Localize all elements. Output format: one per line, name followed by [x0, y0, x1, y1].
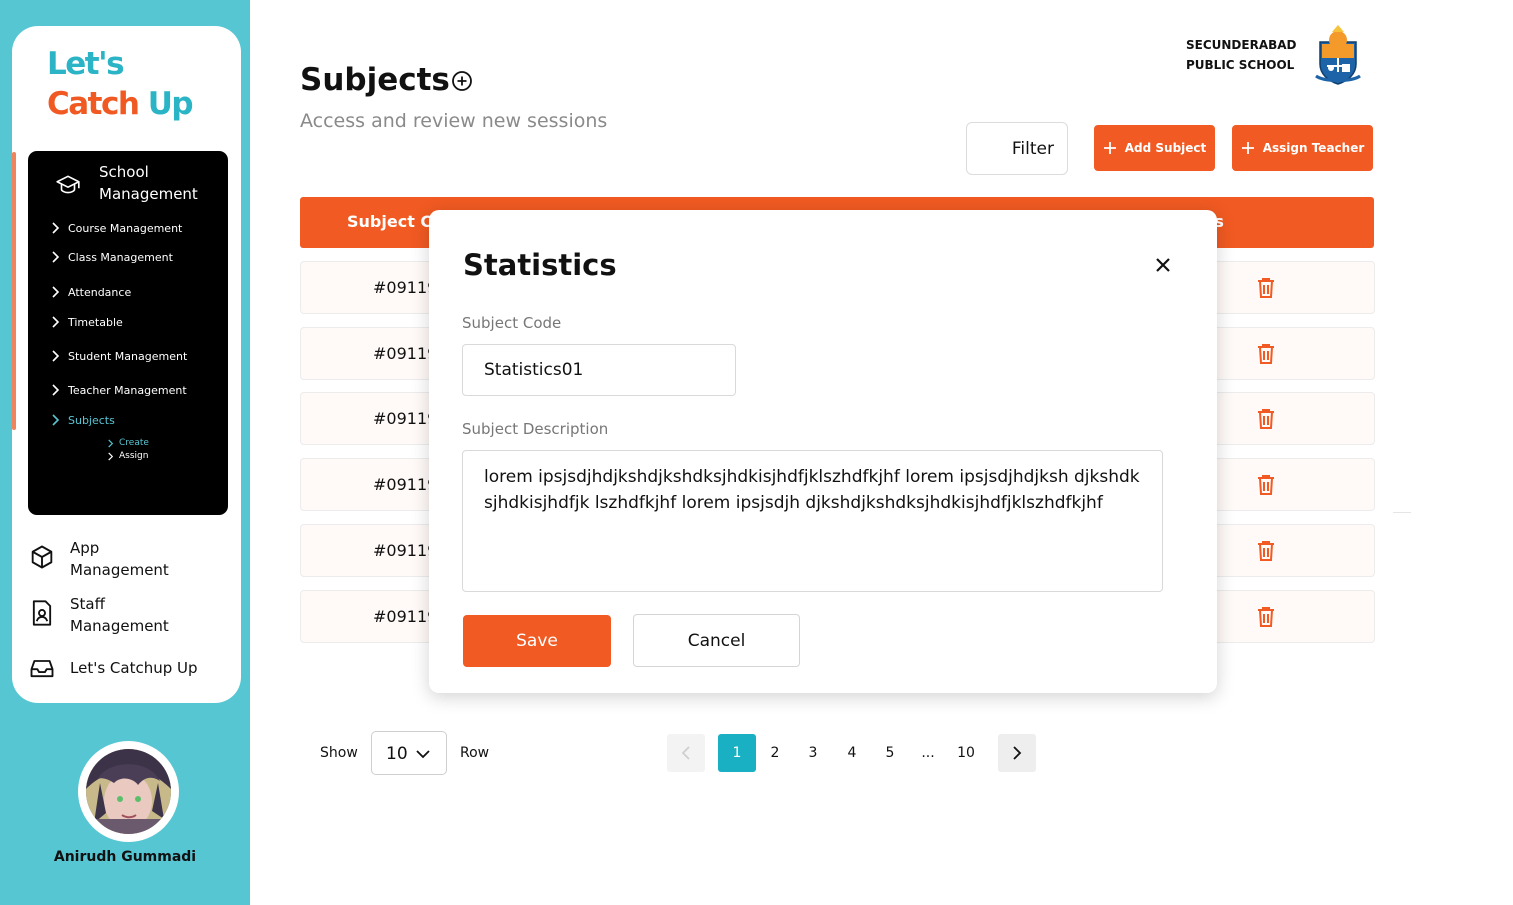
modal-title: Statistics — [463, 248, 617, 282]
assign-teacher-label: Assign Teacher — [1262, 141, 1365, 155]
sidebar-item-class-management[interactable]: Class Management — [48, 250, 173, 264]
sidebar-item-course-management[interactable]: Course Management — [48, 221, 182, 235]
logo-line-2-accent: Up — [147, 86, 194, 122]
sidebar-item-label: Student Management — [68, 349, 188, 363]
school-name-line-1: SECUNDERABAD — [1186, 38, 1297, 52]
divider — [1393, 512, 1411, 513]
chevron-right-icon — [52, 251, 60, 263]
chevron-right-icon — [52, 384, 60, 396]
school-name-line-2: PUBLIC SCHOOL — [1186, 58, 1295, 72]
page-button-4[interactable]: 4 — [837, 734, 867, 772]
delete-icon[interactable] — [1256, 540, 1276, 562]
school-management-heading[interactable]: School Management — [99, 161, 219, 205]
plus-icon — [1103, 142, 1116, 154]
sidebar-item-label: Staff Management — [70, 595, 169, 635]
delete-icon[interactable] — [1256, 277, 1276, 299]
sidebar-item-label: Course Management — [68, 221, 183, 235]
page-button-5[interactable]: 5 — [875, 734, 905, 772]
rows-per-page-value: 10 — [386, 744, 408, 764]
chevron-right-icon — [108, 438, 114, 448]
sidebar-item-app-management[interactable]: App Management — [28, 537, 190, 581]
rows-per-page-select[interactable]: 10 — [371, 731, 447, 775]
sidebar-item-teacher-management[interactable]: Teacher Management — [48, 383, 187, 397]
chevron-right-icon — [1013, 746, 1022, 760]
plus-icon — [1241, 142, 1254, 154]
sidebar-item-timetable[interactable]: Timetable — [48, 315, 123, 329]
user-name: Anirudh Gummadi — [53, 849, 197, 865]
page-ellipsis: ... — [921, 745, 935, 761]
page-button-3[interactable]: 3 — [798, 734, 828, 772]
row-label: Row — [460, 745, 490, 761]
sidebar-item-label: Subjects — [68, 413, 115, 427]
page-subtitle: Access and review new sessions — [300, 110, 608, 132]
subject-code-label: Subject Code — [462, 314, 562, 332]
sidebar-item-staff-management[interactable]: Staff Management — [28, 593, 190, 637]
delete-icon[interactable] — [1256, 606, 1276, 628]
chevron-right-icon — [52, 350, 60, 362]
subject-code-cell: #09119 — [373, 278, 438, 297]
delete-icon[interactable] — [1256, 343, 1276, 365]
sidebar-item-label: Attendance — [68, 285, 132, 299]
subject-code-cell: #09119 — [373, 409, 438, 428]
sidebar-item-attendance[interactable]: Attendance — [48, 285, 131, 299]
cube-icon — [31, 545, 53, 569]
page-button-10[interactable]: 10 — [951, 734, 981, 772]
sidebar-accent-bar — [12, 152, 16, 430]
inbox-icon — [30, 660, 54, 678]
subject-code-cell: #09119 — [373, 344, 438, 363]
chevron-right-icon — [52, 414, 60, 426]
sidebar-item-label: App Management — [70, 539, 169, 579]
chevron-right-icon — [108, 451, 114, 461]
previous-page-button[interactable] — [667, 734, 705, 772]
add-circle-icon[interactable] — [451, 70, 473, 92]
subject-description-textarea[interactable]: lorem ipsjsdjhdjkshdjkshdksjhdkisjhdfjkl… — [462, 450, 1163, 592]
subject-code-cell: #09119 — [373, 475, 438, 494]
show-label: Show — [320, 745, 358, 761]
logo-line-2: Catch Up — [47, 84, 194, 124]
logo-line-1: Let's — [47, 46, 125, 82]
sidebar-item-label: Timetable — [68, 315, 123, 329]
chevron-left-icon — [681, 746, 690, 760]
delete-icon[interactable] — [1256, 408, 1276, 430]
subject-code-cell: #09119 — [373, 607, 438, 626]
id-badge-icon — [32, 600, 52, 626]
avatar-image — [86, 749, 171, 834]
sidebar-subitem-label: Assign — [119, 451, 149, 461]
assign-teacher-button[interactable]: Assign Teacher — [1232, 125, 1373, 171]
avatar[interactable] — [86, 749, 171, 834]
subject-code-cell: #09119 — [373, 541, 438, 560]
subject-description-label: Subject Description — [462, 420, 609, 438]
sidebar-item-subjects[interactable]: Subjects — [48, 413, 115, 427]
app-logo[interactable]: Let's Catch Up — [47, 44, 194, 124]
sidebar-item-label: Let's Catchup Up — [70, 659, 198, 677]
delete-icon[interactable] — [1256, 474, 1276, 496]
school-name: SECUNDERABAD PUBLIC SCHOOL — [1186, 35, 1306, 75]
add-subject-button[interactable]: Add Subject — [1094, 125, 1215, 171]
page-button-1[interactable]: 1 — [718, 734, 756, 772]
chevron-right-icon — [52, 286, 60, 298]
filter-button[interactable]: Filter — [966, 122, 1068, 175]
edit-subject-modal: Statistics Subject Code Subject Descript… — [429, 210, 1217, 693]
close-icon[interactable] — [1152, 254, 1174, 276]
school-crest-logo — [1315, 25, 1361, 85]
cancel-button[interactable]: Cancel — [633, 614, 800, 667]
graduation-cap-icon — [56, 175, 80, 194]
sidebar-subitem-label: Create — [119, 438, 149, 448]
chevron-right-icon — [52, 316, 60, 328]
save-button[interactable]: Save — [463, 615, 611, 667]
page-button-2[interactable]: 2 — [760, 734, 790, 772]
logo-line-2-main: Catch — [47, 86, 148, 122]
chevron-down-icon — [416, 750, 430, 759]
page-title: Subjects — [300, 62, 450, 98]
next-page-button[interactable] — [998, 734, 1036, 772]
subject-code-input[interactable] — [462, 344, 736, 396]
chevron-right-icon — [52, 222, 60, 234]
sidebar-item-label: Teacher Management — [68, 383, 187, 397]
sidebar-item-student-management[interactable]: Student Management — [48, 349, 187, 363]
sidebar-item-lets-catchup[interactable]: Let's Catchup Up — [28, 654, 198, 682]
add-subject-label: Add Subject — [1124, 141, 1207, 155]
sidebar-subitem-assign[interactable]: Assign — [106, 451, 148, 461]
sidebar-subitem-create[interactable]: Create — [106, 438, 149, 448]
sidebar-item-label: Class Management — [68, 250, 173, 264]
